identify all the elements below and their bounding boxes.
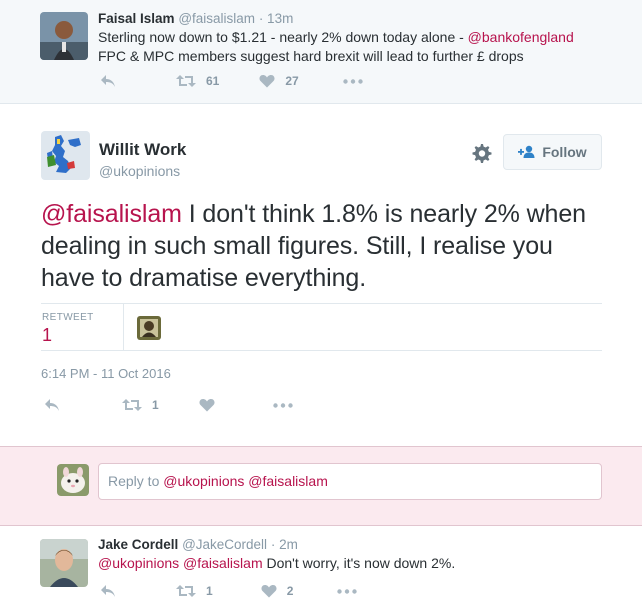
more-button[interactable] bbox=[272, 402, 293, 408]
retweet-button[interactable]: 61 bbox=[176, 74, 219, 88]
tweet-stats: RETWEET 1 bbox=[41, 303, 602, 351]
like-button[interactable] bbox=[199, 398, 215, 412]
more-button[interactable] bbox=[337, 588, 358, 594]
author-handle[interactable]: @JakeCordell bbox=[182, 537, 267, 552]
author-name[interactable]: Jake Cordell bbox=[98, 537, 178, 552]
reply-composer: Reply to @ukopinions @faisalislam bbox=[0, 446, 642, 526]
tweet-actions: 1 bbox=[44, 398, 293, 412]
tweet-text: @faisalislam I don't think 1.8% is nearl… bbox=[41, 198, 611, 294]
permalink-tweet: Willit Work @ukopinions Follow @faisalis… bbox=[0, 104, 642, 446]
follow-user-icon bbox=[518, 145, 535, 158]
faisal-islam-avatar[interactable] bbox=[40, 12, 88, 60]
heart-icon bbox=[261, 585, 277, 598]
retweet-button[interactable]: 1 bbox=[122, 398, 159, 412]
mention-link[interactable]: @bankofengland bbox=[468, 29, 574, 45]
tweet-text: @ukopinions @faisalislam Don't worry, it… bbox=[98, 554, 618, 573]
reply-prefix: Reply to bbox=[108, 473, 164, 489]
reply-input[interactable]: Reply to @ukopinions @faisalislam bbox=[98, 463, 602, 500]
retweets-label: RETWEET bbox=[42, 312, 94, 323]
jake-cordell-avatar[interactable] bbox=[40, 539, 88, 587]
mention-link[interactable]: @faisalislam bbox=[41, 200, 182, 228]
more-icon bbox=[272, 402, 293, 408]
retweet-count: 1 bbox=[152, 398, 159, 412]
tweet-actions: 1 2 bbox=[100, 584, 358, 598]
tweet-time[interactable]: · 13m bbox=[259, 11, 294, 26]
more-button[interactable] bbox=[343, 78, 363, 84]
reply-icon bbox=[45, 399, 59, 411]
mention-links[interactable]: @ukopinions @faisalislam bbox=[98, 555, 263, 571]
retweet-icon bbox=[176, 75, 196, 87]
retweet-count: 61 bbox=[206, 74, 220, 88]
more-icon bbox=[337, 588, 358, 594]
like-count: 2 bbox=[286, 584, 294, 598]
reply-button[interactable] bbox=[100, 74, 116, 88]
retweeter-avatar[interactable] bbox=[137, 316, 161, 340]
author-name[interactable]: Faisal Islam bbox=[98, 11, 175, 26]
retweets-count[interactable]: 1 bbox=[42, 325, 52, 346]
more-icon bbox=[343, 78, 363, 84]
heart-icon bbox=[199, 399, 215, 412]
willit-work-avatar[interactable] bbox=[41, 131, 90, 180]
like-count: 27 bbox=[285, 74, 299, 88]
tweet-text-part: FPC & MPC members suggest hard brexit wi… bbox=[98, 48, 524, 64]
retweet-count: 1 bbox=[206, 584, 213, 598]
follow-label: Follow bbox=[542, 144, 587, 160]
tweet-time[interactable]: · 2m bbox=[271, 537, 298, 552]
tweet-timestamp[interactable]: 6:14 PM - 11 Oct 2016 bbox=[41, 366, 171, 381]
user-actions-gear[interactable] bbox=[470, 142, 492, 164]
like-button[interactable]: 27 bbox=[259, 74, 299, 88]
tweet-text: Sterling now down to $1.21 - nearly 2% d… bbox=[98, 28, 618, 66]
tweet-actions: 61 27 bbox=[100, 74, 363, 88]
reply-tweet[interactable]: Jake Cordell @JakeCordell · 2m @ukopinio… bbox=[0, 526, 642, 613]
current-user-avatar bbox=[57, 464, 89, 496]
author-name[interactable]: Willit Work bbox=[99, 140, 186, 160]
context-tweet[interactable]: Faisal Islam @faisalislam · 13m Sterling… bbox=[0, 0, 642, 104]
reply-mentions: @ukopinions @faisalislam bbox=[163, 473, 328, 489]
retweet-icon bbox=[176, 585, 196, 597]
reply-icon bbox=[101, 585, 115, 597]
reply-button[interactable] bbox=[100, 584, 116, 598]
author-handle[interactable]: @ukopinions bbox=[99, 163, 180, 179]
reply-button[interactable] bbox=[44, 398, 60, 412]
stats-divider bbox=[123, 304, 124, 350]
reply-icon bbox=[101, 75, 115, 87]
gear-icon bbox=[472, 144, 492, 163]
tweet-text-part: Sterling now down to $1.21 - nearly 2% d… bbox=[98, 29, 468, 45]
author-handle[interactable]: @faisalislam bbox=[178, 11, 255, 26]
like-button[interactable]: 2 bbox=[261, 584, 294, 598]
follow-button[interactable]: Follow bbox=[503, 134, 602, 170]
tweet-text-body: Don't worry, it's now down 2%. bbox=[262, 555, 456, 571]
heart-icon bbox=[259, 75, 275, 88]
retweet-icon bbox=[122, 399, 142, 411]
retweet-button[interactable]: 1 bbox=[176, 584, 213, 598]
